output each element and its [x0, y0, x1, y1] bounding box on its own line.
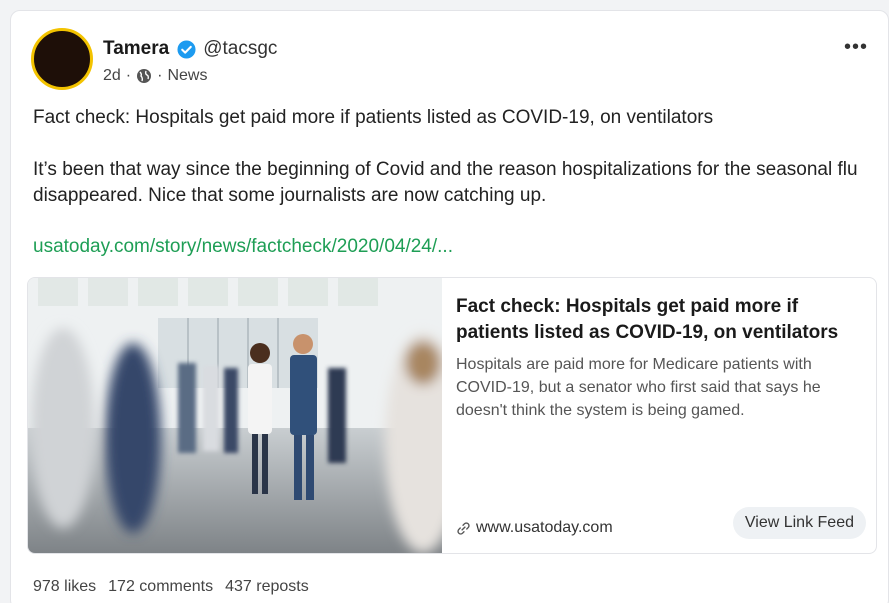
link-chain-icon	[457, 521, 470, 535]
preview-title[interactable]: Fact check: Hospitals get paid more if p…	[456, 294, 862, 346]
article-link[interactable]: usatoday.com/story/news/factcheck/2020/0…	[33, 234, 453, 260]
author-name[interactable]: Tamera	[103, 38, 169, 60]
author-handle[interactable]: @tacsgc	[203, 38, 277, 60]
comments-count[interactable]: 172 comments	[108, 578, 213, 596]
post-comment: It’s been that way since the beginning o…	[33, 159, 858, 206]
avatar[interactable]	[31, 28, 93, 90]
view-link-feed-button[interactable]: View Link Feed	[732, 507, 866, 539]
post-headline: Fact check: Hospitals get paid more if p…	[33, 107, 714, 128]
preview-info: Fact check: Hospitals get paid more if p…	[442, 278, 876, 553]
preview-domain[interactable]: www.usatoday.com	[456, 519, 613, 537]
globe-icon	[137, 69, 152, 83]
preview-domain-text: www.usatoday.com	[476, 519, 613, 536]
post-age[interactable]: 2d	[103, 67, 121, 85]
reposts-count[interactable]: 437 reposts	[225, 578, 309, 596]
engagement-stats: 978 likes 172 comments 437 reposts	[33, 578, 309, 596]
likes-count[interactable]: 978 likes	[33, 578, 96, 596]
verified-badge-icon	[177, 39, 196, 59]
preview-description: Hospitals are paid more for Medicare pat…	[456, 356, 821, 419]
hospital-corridor-image	[28, 278, 442, 553]
post-category[interactable]: News	[167, 67, 207, 85]
post-card: Tamera @tacsgc 2d · · News ••• Fact chec…	[10, 10, 889, 603]
more-options-icon[interactable]: •••	[844, 37, 868, 57]
link-preview-card[interactable]: Fact check: Hospitals get paid more if p…	[27, 277, 877, 554]
separator-dot: ·	[125, 67, 132, 84]
post-meta: 2d · · News	[103, 67, 207, 85]
separator-dot: ·	[157, 67, 163, 84]
author-row: Tamera @tacsgc	[103, 38, 277, 60]
preview-image[interactable]	[28, 278, 442, 553]
